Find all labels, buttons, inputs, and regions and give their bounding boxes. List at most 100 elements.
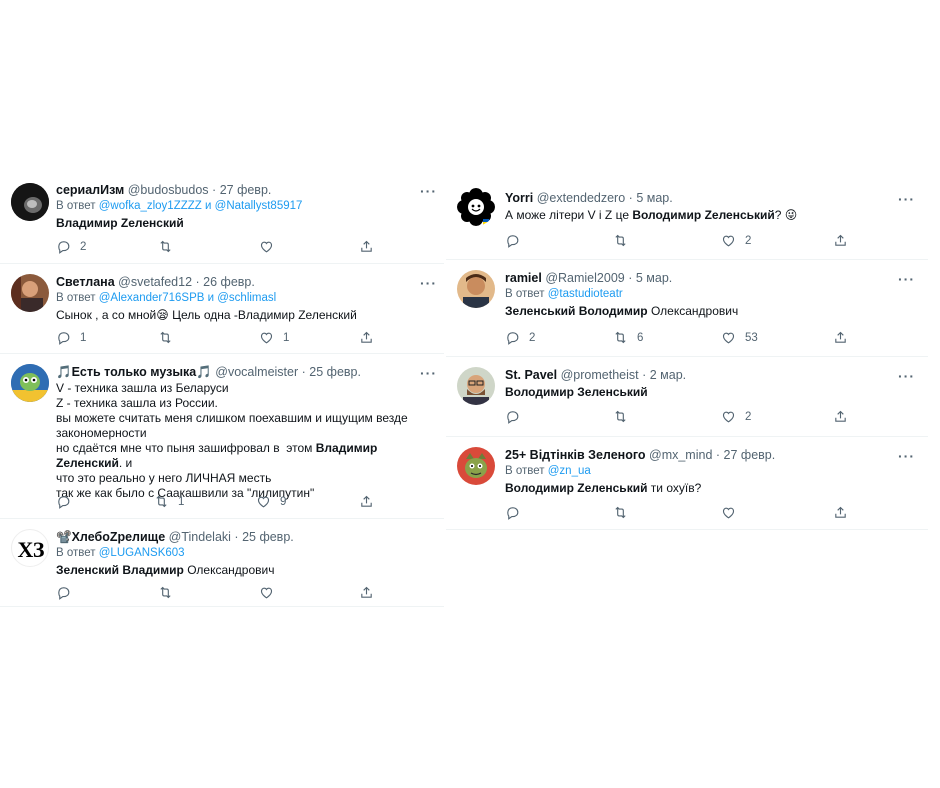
avatar[interactable]: ХЗ — [11, 529, 49, 567]
tweet[interactable]: Yorri @extendedzero · 5 мар. ··· А може … — [446, 180, 928, 260]
tweet-date[interactable]: 2 мар. — [650, 368, 686, 382]
mention-link[interactable]: @wofka_zloy1ZZZZ — [99, 200, 202, 212]
like-button[interactable] — [721, 505, 736, 520]
tweet-date[interactable]: 26 февр. — [203, 275, 255, 289]
retweet-button[interactable] — [613, 505, 628, 520]
more-options-icon[interactable]: ··· — [420, 276, 437, 290]
tweet[interactable]: ХЗ 📽️ХлебоZрелище @Tindelaki · 25 февр. … — [0, 519, 444, 607]
tweet[interactable]: Светлана @svetafed12 · 26 февр. ··· В от… — [0, 264, 444, 354]
avatar[interactable] — [11, 364, 49, 402]
like-button[interactable]: 2 — [721, 233, 751, 248]
author-handle[interactable]: @extendedzero — [537, 191, 625, 205]
retweet-button[interactable] — [158, 330, 173, 345]
mention-link[interactable]: @Alexander716SPB — [99, 292, 205, 304]
author-handle[interactable]: @Tindelaki — [169, 530, 231, 544]
more-options-icon[interactable]: ··· — [898, 449, 915, 463]
reply-button[interactable] — [56, 585, 71, 600]
author-handle[interactable]: @vocalmeister — [215, 365, 298, 379]
retweet-button[interactable]: 1 — [154, 494, 184, 509]
retweet-icon — [158, 239, 173, 254]
reply-button[interactable] — [505, 409, 520, 424]
retweet-button[interactable] — [613, 233, 628, 248]
share-button[interactable] — [359, 494, 374, 509]
mention-link[interactable]: @zn_ua — [548, 465, 591, 477]
music-note-icon: 🎵 — [56, 365, 72, 379]
mention-link[interactable]: @LUGANSK603 — [99, 547, 185, 559]
share-button[interactable] — [833, 505, 848, 520]
author-name[interactable]: сериалИзм — [56, 183, 124, 197]
share-button[interactable] — [833, 233, 848, 248]
tweet-date[interactable]: 27 февр. — [724, 448, 776, 462]
author-name[interactable]: 25+ Відтінків Зеленого — [505, 448, 646, 462]
like-button[interactable]: 2 — [721, 409, 751, 424]
tweet-text: Владимир Zеленский — [56, 216, 184, 231]
author-handle[interactable]: @Ramiel2009 — [545, 271, 624, 285]
reply-button[interactable]: 2 — [56, 239, 86, 254]
reply-icon — [505, 409, 520, 424]
avatar[interactable] — [11, 274, 49, 312]
tweet-text-part: Олександрович — [183, 563, 275, 577]
like-icon — [721, 233, 736, 248]
share-button[interactable] — [359, 239, 374, 254]
like-button[interactable]: 9 — [256, 494, 286, 509]
tweet-date[interactable]: 27 февр. — [220, 183, 272, 197]
like-button[interactable]: 1 — [259, 330, 289, 345]
author-name[interactable]: St. Pavel — [505, 368, 557, 382]
avatar[interactable] — [457, 188, 495, 226]
retweet-button[interactable] — [158, 585, 173, 600]
retweet-button[interactable] — [158, 239, 173, 254]
tweet[interactable]: St. Pavel @prometheist · 2 мар. ··· Воло… — [446, 357, 928, 437]
tweet-date[interactable]: 5 мар. — [636, 271, 672, 285]
avatar[interactable] — [457, 270, 495, 308]
author-handle[interactable]: @svetafed12 — [118, 275, 192, 289]
share-button[interactable] — [359, 330, 374, 345]
like-button[interactable]: 53 — [721, 330, 758, 345]
more-options-icon[interactable]: ··· — [420, 184, 437, 198]
like-button[interactable] — [259, 585, 274, 600]
avatar[interactable] — [457, 367, 495, 405]
reply-joiner: и — [205, 200, 212, 212]
tweet-date[interactable]: 25 февр. — [309, 365, 361, 379]
tweet-actions — [505, 505, 845, 523]
mention-link[interactable]: @tastudioteatr — [548, 288, 623, 300]
reply-button[interactable]: 2 — [505, 330, 535, 345]
tweet-date[interactable]: 5 мар. — [636, 191, 672, 205]
retweet-icon — [158, 585, 173, 600]
like-icon — [259, 239, 274, 254]
more-options-icon[interactable]: ··· — [898, 272, 915, 286]
retweet-button[interactable]: 6 — [613, 330, 643, 345]
right-tweet-column: Yorri @extendedzero · 5 мар. ··· А може … — [446, 180, 928, 530]
share-button[interactable] — [833, 330, 848, 345]
separator-dot: · — [301, 365, 306, 379]
more-options-icon[interactable]: ··· — [420, 366, 437, 380]
author-name[interactable]: Yorri — [505, 191, 533, 205]
retweet-button[interactable] — [613, 409, 628, 424]
author-handle[interactable]: @prometheist — [561, 368, 639, 382]
reply-button[interactable] — [505, 505, 520, 520]
author-name[interactable]: Светлана — [56, 275, 115, 289]
more-options-icon[interactable]: ··· — [898, 369, 915, 383]
tweet[interactable]: ramiel @Ramiel2009 · 5 мар. ··· В ответ … — [446, 260, 928, 357]
tweet[interactable]: 25+ Відтінків Зеленого @mx_mind · 27 фев… — [446, 437, 928, 530]
share-button[interactable] — [833, 409, 848, 424]
avatar[interactable] — [11, 183, 49, 221]
tweet[interactable]: 🎵Есть только музыка🎵 @vocalmeister · 25 … — [0, 354, 444, 519]
author-handle[interactable]: @budosbudos — [128, 183, 209, 197]
more-options-icon[interactable]: ··· — [898, 192, 915, 206]
author-handle[interactable]: @mx_mind — [649, 448, 712, 462]
reply-button[interactable]: 1 — [56, 330, 86, 345]
tweet[interactable]: сериалИзм @budosbudos · 27 февр. ··· В о… — [0, 172, 444, 264]
reply-button[interactable] — [56, 494, 71, 509]
reply-button[interactable] — [505, 233, 520, 248]
mention-link[interactable]: @Natallyst85917 — [215, 200, 303, 212]
share-button[interactable] — [359, 585, 374, 600]
like-button[interactable] — [259, 239, 274, 254]
author-name[interactable]: ХлебоZрелище — [72, 530, 166, 544]
author-name[interactable]: ramiel — [505, 271, 542, 285]
reply-icon — [56, 330, 71, 345]
tweet-date[interactable]: 25 февр. — [242, 530, 294, 544]
mention-link[interactable]: @schlimasl — [217, 292, 276, 304]
avatar[interactable] — [457, 447, 495, 485]
author-name[interactable]: Есть только музыка — [72, 365, 197, 379]
music-note-icon: 🎵 — [196, 365, 212, 379]
